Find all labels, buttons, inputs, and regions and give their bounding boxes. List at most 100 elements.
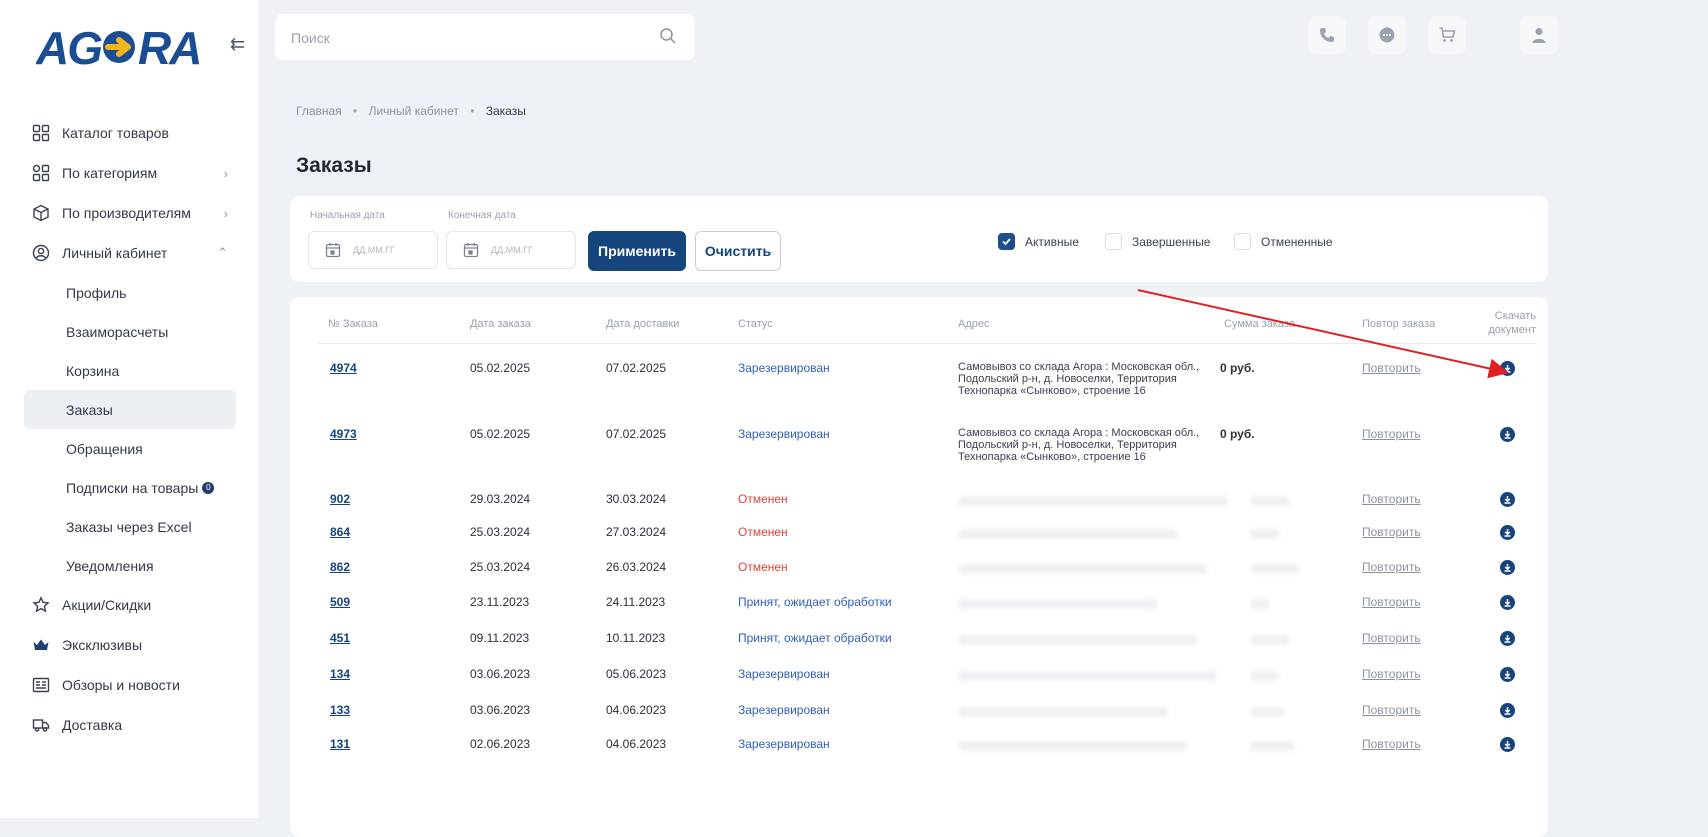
- profile-button[interactable]: [1520, 16, 1558, 54]
- sidebar-item-account[interactable]: Личный кабинет ⌃: [0, 233, 258, 273]
- order-number-link[interactable]: 134: [330, 667, 350, 681]
- table-row: 902 29.03.2024 30.03.2024 Отменен Повторить: [290, 492, 1548, 522]
- checkbox-unchecked-icon: [1234, 233, 1251, 250]
- order-number-link[interactable]: 902: [330, 492, 350, 506]
- sidebar-item-news[interactable]: Обзоры и новости: [0, 665, 258, 705]
- end-date-input[interactable]: [489, 244, 573, 256]
- repeat-order-link[interactable]: Повторить: [1362, 631, 1421, 645]
- repeat-order-link[interactable]: Повторить: [1362, 361, 1421, 375]
- order-number-link[interactable]: 133: [330, 703, 350, 717]
- repeat-order-link[interactable]: Повторить: [1362, 595, 1421, 609]
- download-document-icon[interactable]: [1500, 667, 1515, 682]
- order-date: 03.06.2023: [470, 703, 531, 717]
- calendar-icon: [463, 243, 479, 258]
- table-row: 509 23.11.2023 24.11.2023 Принят, ожидает о…: [290, 595, 1548, 625]
- apply-button[interactable]: Применить: [588, 231, 686, 271]
- download-document-icon[interactable]: [1500, 427, 1515, 442]
- collapse-sidebar-icon[interactable]: ⇇: [230, 34, 245, 55]
- sidebar-subitem-cart[interactable]: Корзина: [0, 351, 258, 390]
- column-header-order-no: № Заказа: [328, 318, 378, 330]
- repeat-order-link[interactable]: Повторить: [1362, 525, 1421, 539]
- order-sum: 0 руб.: [1220, 361, 1255, 375]
- checkbox-label: Отмененные: [1261, 234, 1333, 249]
- header-divider: [318, 343, 1536, 344]
- order-number-link[interactable]: 451: [330, 631, 350, 645]
- search-icon[interactable]: [659, 27, 677, 45]
- repeat-order-link[interactable]: Повторить: [1362, 667, 1421, 681]
- chat-button[interactable]: [1368, 16, 1406, 54]
- download-document-icon[interactable]: [1500, 525, 1515, 540]
- sidebar-item-delivery[interactable]: Доставка: [0, 705, 258, 745]
- table-row: 133 03.06.2023 04.06.2023 Зарезервирован Пов…: [290, 703, 1548, 733]
- end-date-field[interactable]: [446, 231, 576, 269]
- redacted-address: [958, 635, 1198, 645]
- page-title: Заказы: [296, 154, 372, 177]
- sidebar-subitem-subscriptions[interactable]: Подписки на товары 0: [0, 468, 258, 507]
- repeat-order-link[interactable]: Повторить: [1362, 560, 1421, 574]
- delivery-date: 27.03.2024: [606, 525, 667, 539]
- delivery-date: 30.03.2024: [606, 492, 667, 506]
- chat-icon: [1379, 27, 1395, 43]
- download-document-icon[interactable]: [1500, 737, 1515, 752]
- order-status: Зарезервирован: [738, 703, 830, 717]
- column-header-delivery-date: Дата доставки: [606, 318, 680, 330]
- download-document-icon[interactable]: [1500, 492, 1515, 507]
- clear-button[interactable]: Очистить: [695, 231, 781, 271]
- sidebar-item-exclusives[interactable]: Эксклюзивы: [0, 625, 258, 665]
- repeat-order-link[interactable]: Повторить: [1362, 703, 1421, 717]
- sidebar-subitem-requests[interactable]: Обращения: [0, 429, 258, 468]
- sidebar-subitem-excel-orders[interactable]: Заказы через Excel: [0, 507, 258, 546]
- order-date: 05.02.2025: [470, 361, 531, 375]
- table-row: 4974 05.02.2025 07.02.2025 Зарезервирован Са…: [290, 361, 1548, 397]
- download-document-icon[interactable]: [1500, 703, 1515, 718]
- agora-logo[interactable]: AG RA: [36, 22, 216, 72]
- order-number-link[interactable]: 862: [330, 560, 350, 574]
- download-document-icon[interactable]: [1500, 361, 1515, 376]
- order-number-link[interactable]: 4974: [330, 361, 357, 375]
- active-checkbox[interactable]: Активные: [998, 233, 1079, 250]
- sidebar-subitem-profile[interactable]: Профиль: [0, 273, 258, 312]
- subscriptions-count-badge: 0: [202, 481, 215, 494]
- phone-button[interactable]: [1308, 16, 1346, 54]
- table-row: 451 09.11.2023 10.11.2023 Принят, ожидает о…: [290, 631, 1548, 661]
- redacted-address: [958, 496, 1228, 506]
- start-date-field[interactable]: [308, 231, 438, 269]
- cart-icon: [1439, 27, 1456, 42]
- cancelled-checkbox[interactable]: Отмененные: [1234, 233, 1333, 250]
- user-circle-icon: [32, 244, 50, 262]
- download-document-icon[interactable]: [1500, 631, 1515, 646]
- order-number-link[interactable]: 864: [330, 525, 350, 539]
- search-input[interactable]: [275, 14, 653, 62]
- download-document-icon[interactable]: [1500, 595, 1515, 610]
- start-date-input[interactable]: [351, 244, 435, 256]
- order-number-link[interactable]: 4973: [330, 427, 357, 441]
- completed-checkbox[interactable]: Завершенные: [1105, 233, 1210, 250]
- category-icon: [32, 164, 50, 182]
- breadcrumb-account[interactable]: Личный кабинет: [369, 104, 459, 118]
- sidebar-item-manufacturers[interactable]: По производителям ›: [0, 193, 258, 233]
- sidebar-item-promotions[interactable]: Акции/Скидки: [0, 585, 258, 625]
- order-number-link[interactable]: 509: [330, 595, 350, 609]
- order-status: Принят, ожидает обработки: [738, 595, 892, 609]
- sidebar-item-label: Акции/Скидки: [62, 597, 152, 613]
- chevron-up-icon: ⌃: [217, 245, 228, 260]
- sidebar-subitem-notifications[interactable]: Уведомления: [0, 546, 258, 585]
- order-number-link[interactable]: 131: [330, 737, 350, 751]
- order-status: Зарезервирован: [738, 667, 830, 681]
- cart-button[interactable]: [1428, 16, 1466, 54]
- table-row: 134 03.06.2023 05.06.2023 Зарезервирован Пов…: [290, 667, 1548, 697]
- repeat-order-link[interactable]: Повторить: [1362, 737, 1421, 751]
- breadcrumb-home[interactable]: Главная: [296, 104, 342, 118]
- repeat-order-link[interactable]: Повторить: [1362, 427, 1421, 441]
- order-status: Отменен: [738, 525, 788, 539]
- sidebar-subitem-settlements[interactable]: Взаиморасчеты: [0, 312, 258, 351]
- search-bar: [275, 14, 695, 62]
- repeat-order-link[interactable]: Повторить: [1362, 492, 1421, 506]
- redacted-address: [958, 529, 1178, 539]
- sidebar-item-catalog[interactable]: Каталог товаров: [0, 113, 258, 153]
- order-status: Отменен: [738, 560, 788, 574]
- download-document-icon[interactable]: [1500, 560, 1515, 575]
- sidebar-subitem-orders[interactable]: Заказы: [24, 390, 236, 429]
- chevron-right-icon: ›: [223, 165, 228, 181]
- sidebar-item-categories[interactable]: По категориям ›: [0, 153, 258, 193]
